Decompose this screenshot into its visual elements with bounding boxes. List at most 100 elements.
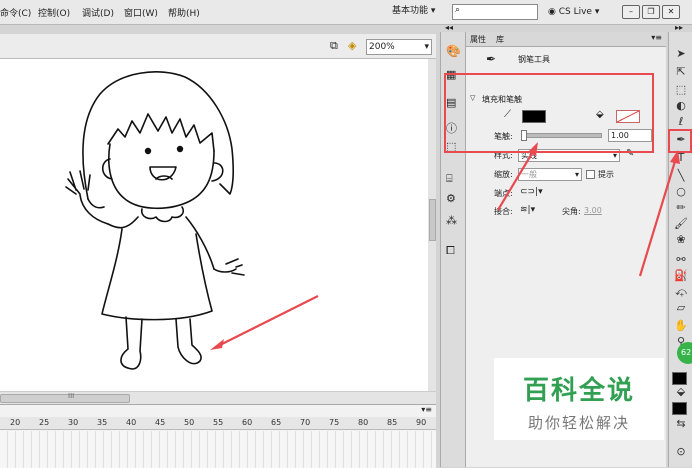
tab-library[interactable]: 库 [496,34,504,45]
frame-tick-label: 40 [126,418,137,427]
paint-bucket-tool-icon[interactable]: ⛽ [671,268,691,284]
scale-label: 缩放: [494,170,513,179]
workspace-label: 基本功能 [392,6,429,16]
join-label: 接合: [494,207,513,216]
hand-tool-icon[interactable]: ✋ [671,318,691,334]
frame-grid[interactable] [0,431,436,468]
scale-value: 一般 [521,170,537,179]
frame-tick-label: 85 [387,418,398,427]
cap-label: 端点: [494,189,513,198]
lasso-tool-icon[interactable]: ℓ [671,114,691,130]
zoom-value: 200% [369,42,395,52]
counter-badge: 62 [677,342,692,364]
restore-button[interactable]: ❐ [642,5,660,19]
frame-tick-label: 25 [39,418,50,427]
vertical-scrollbar[interactable] [428,59,436,391]
snap-magnet-icon[interactable]: ⊙ [671,444,691,460]
horizontal-scrollbar[interactable]: III [0,391,436,404]
annotation-arrow-head [210,339,224,350]
cap-style-icon[interactable]: ⊂⊃|▾ [520,187,543,197]
pen-tool-icon: ✒ [486,52,497,66]
menu-debug[interactable]: 调试(D) [82,6,114,19]
components-panel-icon[interactable]: ⚙ [446,192,456,205]
frame-tick-label: 65 [271,418,282,427]
workspace-switcher[interactable]: 基本功能 ▾ [384,3,452,20]
selection-tool-icon[interactable]: ➤ [671,46,691,62]
panel-menu-icon[interactable]: ▾≡ [421,405,432,414]
free-transform-tool-icon[interactable]: ⬚ [671,82,691,98]
watermark-logo: 百科全说 助你轻松解决 [494,358,664,440]
deco-tool-icon[interactable]: ❀ [671,232,691,248]
menu-control[interactable]: 控制(O) [38,6,70,19]
motion-panel-icon[interactable]: ⁂ [446,214,457,227]
oval-tool-icon[interactable]: ○ [671,184,691,200]
frame-tick-label: 55 [213,418,224,427]
panel-menu-icon[interactable]: ▾≡ [651,33,662,42]
frame-tick-label: 90 [416,418,427,427]
search-icon: ⌕ [455,5,461,15]
chevron-down-icon: ▾ [430,6,436,16]
miter-value[interactable]: 3.00 [584,206,602,215]
edit-scene-icon[interactable]: ◈ [348,39,356,52]
pencil-tool-icon[interactable]: ✏ [671,200,691,216]
brush-tool-icon[interactable]: 🖌 [671,216,691,232]
subselection-tool-icon[interactable]: ⇱ [671,64,691,80]
highlight-box-pen-tool [668,129,692,153]
watermark-subtitle: 助你轻松解决 [527,414,630,432]
color-panel-icon[interactable]: 🎨 [446,44,461,58]
hint-checkbox[interactable] [586,170,595,179]
frame-tick-label: 75 [329,418,340,427]
collapse-icon[interactable]: ◂◂ [445,23,453,32]
close-button[interactable]: ✕ [662,5,680,19]
minimize-button[interactable]: – [622,5,640,19]
tab-properties[interactable]: 属性 [470,34,486,45]
horizontal-scroll-thumb[interactable] [0,394,130,403]
stage-canvas[interactable] [0,59,428,391]
menu-command[interactable]: 命令(C) [0,6,31,19]
hint-label: 提示 [598,170,614,179]
cs-live-button[interactable]: ◉ CS Live ▾ [548,4,614,20]
frame-tick-label: 70 [300,418,311,427]
bone-tool-icon[interactable]: ⚯ [671,252,691,268]
help-search-input[interactable]: ⌕ [452,4,538,20]
code-panel-icon[interactable]: ⌸ [446,172,453,186]
zoom-select[interactable]: 200% ▾ [366,39,432,55]
close-icon: ✕ [667,7,675,16]
fill-color-swatch[interactable] [672,402,687,415]
3d-rotation-tool-icon[interactable]: ◐ [671,98,691,114]
line-tool-icon[interactable]: ╲ [671,168,691,184]
chevron-down-icon: ▾ [574,170,579,179]
left-eye [144,147,152,155]
watermark-title: 百科全说 [522,376,635,406]
frame-tick-label: 80 [358,418,369,427]
scene-panel-icon[interactable]: ⧠ [446,244,455,258]
eraser-tool-icon[interactable]: ▱ [671,300,691,316]
menu-help[interactable]: 帮助(H) [168,6,200,19]
cs-live-label: CS Live [558,7,592,17]
scale-select[interactable]: 一般 ▾ [518,168,582,181]
join-style-icon[interactable]: ≋|▾ [520,205,535,215]
menu-window[interactable]: 窗口(W) [124,6,158,19]
fill-bucket-icon[interactable]: ⬙ [671,384,691,400]
collapse-icon[interactable]: ▸▸ [675,23,683,32]
edit-symbol-icon[interactable]: ⧉ [330,39,338,53]
frame-tick-label: 30 [68,418,79,427]
restore-icon: ❐ [647,7,655,16]
scroll-grip: III [68,392,75,400]
eyedropper-tool-icon[interactable]: ⤽ [671,284,691,300]
swap-colors-icon[interactable]: ⇆ [671,416,691,432]
cs-live-icon: ◉ [548,7,556,17]
minimize-icon: – [629,7,633,16]
annotation-arrow-line [215,295,319,348]
chevron-down-icon: ▾ [424,42,429,52]
tool-name: 钢笔工具 [518,55,550,64]
frame-tick-label: 60 [242,418,253,427]
panel-tabs: 属性 库 ▾≡ [466,32,666,47]
miter-label: 尖角: [562,207,581,216]
stage-toolbar: ⧉ ◈ 200% ▾ [0,34,436,59]
tools-panel: ▸▸ ➤ ⇱ ⬚ ◐ ℓ ✒ T ╲ ○ ✏ 🖌 ❀ ⚯ ⛽ ⤽ ▱ ✋ ⚲ ⬙… [668,23,692,467]
frame-tick-label: 50 [184,418,195,427]
vertical-scroll-thumb[interactable] [429,199,436,241]
frame-tick-label: 20 [10,418,21,427]
frame-tick-label: 35 [97,418,108,427]
